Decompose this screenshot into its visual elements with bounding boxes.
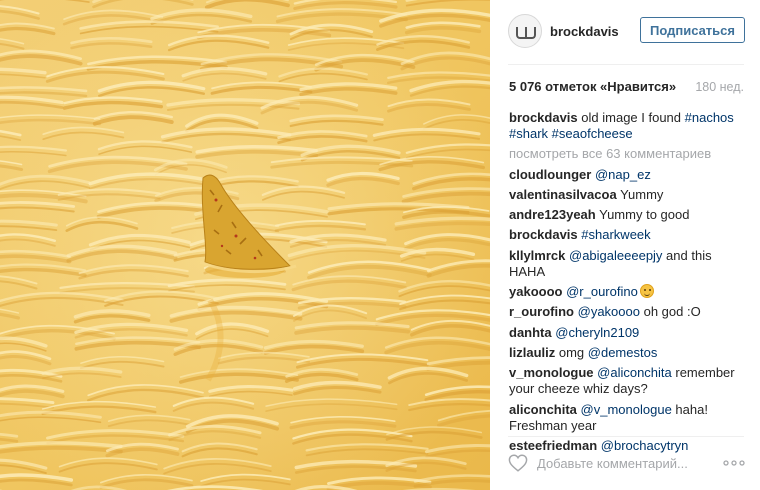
comment-author-link[interactable]: kllylmrck: [509, 248, 565, 263]
post-photo[interactable]: [0, 0, 490, 490]
mention-link[interactable]: @nap_ez: [595, 167, 651, 182]
comment-text: omg: [558, 344, 588, 360]
view-all-comments-link[interactable]: посмотреть все 63 комментариев: [509, 146, 749, 162]
comments-list: brockdavis old image I found #nachos #sh…: [509, 110, 749, 458]
mention-link[interactable]: @r_ourofino: [566, 284, 638, 299]
comment: danhta @cheryln2109: [509, 325, 749, 341]
comment: kllylmrck @abigaleeeepjy and this HAHA: [509, 248, 749, 280]
comment-author-link[interactable]: brockdavis: [509, 110, 578, 125]
comment: v_monologue @aliconchita remember your c…: [509, 365, 749, 397]
hashtag-link[interactable]: #nachos: [685, 110, 734, 125]
comment: lizlauliz omg @demestos: [509, 345, 749, 361]
smirk-emoji-icon: [639, 284, 654, 299]
comment: aliconchita @v_monologue haha! Freshman …: [509, 402, 749, 434]
comment: brockdavis #sharkweek: [509, 227, 749, 243]
comment-text: oh god :O: [639, 304, 701, 320]
hashtag-link[interactable]: #seaofcheese: [552, 126, 633, 141]
comment-author-link[interactable]: andre123yeah: [509, 207, 596, 222]
comment: cloudlounger @nap_ez: [509, 167, 749, 183]
comment-author-link[interactable]: lizlauliz: [509, 345, 555, 360]
comment: r_ourofino @yakoooo oh god :O: [509, 304, 749, 320]
avatar-icon[interactable]: [508, 14, 542, 48]
post-stats: 5 076 отметок «Нравится» 180 нед.: [509, 79, 744, 97]
comment-text: Yummy to good: [599, 207, 690, 223]
hashtag-link[interactable]: #sharkweek: [581, 227, 650, 242]
divider: [508, 64, 744, 65]
comment-text: Yummy: [620, 186, 664, 202]
comment-bar: [508, 437, 745, 490]
follow-button[interactable]: Подписаться: [640, 17, 745, 43]
comment: yakoooo @r_ourofino: [509, 284, 749, 300]
post-header: brockdavis Подписаться: [490, 0, 760, 64]
post-sidebar: brockdavis Подписаться 5 076 отметок «Нр…: [490, 0, 760, 490]
comment: brockdavis old image I found #nachos #sh…: [509, 110, 749, 142]
comment-author-link[interactable]: danhta: [509, 325, 552, 340]
comment-author-link[interactable]: v_monologue: [509, 365, 594, 380]
mention-link[interactable]: @v_monologue: [581, 402, 672, 417]
heart-icon[interactable]: [508, 454, 528, 472]
comment: andre123yeah Yummy to good: [509, 207, 749, 223]
comment-author-link[interactable]: brockdavis: [509, 227, 578, 242]
username-link[interactable]: brockdavis: [550, 24, 619, 39]
comment-text: old image I found: [581, 110, 685, 125]
comment-author-link[interactable]: r_ourofino: [509, 304, 574, 319]
mention-link[interactable]: @demestos: [588, 345, 658, 360]
comment-author-link[interactable]: yakoooo: [509, 284, 562, 299]
mention-link[interactable]: @cheryln2109: [555, 325, 639, 340]
mention-link[interactable]: @abigaleeeepjy: [569, 248, 662, 263]
mention-link[interactable]: @yakoooo: [578, 304, 640, 319]
add-comment-input[interactable]: [537, 455, 707, 471]
cheese-sea-image: [0, 0, 490, 490]
hashtag-link[interactable]: #shark: [509, 126, 548, 141]
more-options-icon[interactable]: [723, 455, 745, 471]
comment: valentinasilvacoa Yummy: [509, 187, 749, 203]
comment-author-link[interactable]: aliconchita: [509, 402, 577, 417]
post-time[interactable]: 180 нед.: [695, 80, 744, 94]
mention-link[interactable]: @aliconchita: [597, 365, 672, 380]
comment-author-link[interactable]: cloudlounger: [509, 167, 591, 182]
comment-author-link[interactable]: valentinasilvacoa: [509, 187, 617, 202]
likes-count[interactable]: 5 076 отметок «Нравится»: [509, 79, 676, 94]
